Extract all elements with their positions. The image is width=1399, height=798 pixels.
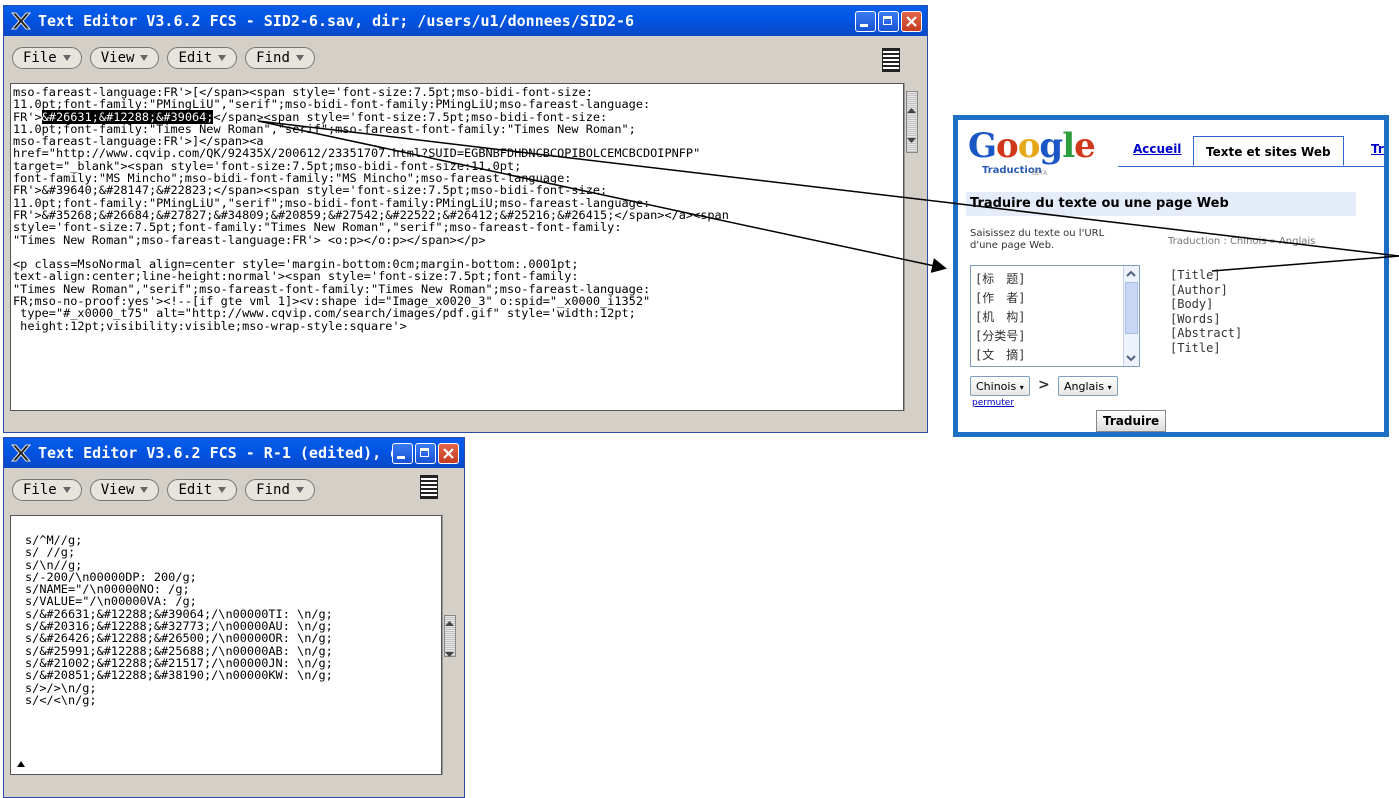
arrow-to-source	[257, 120, 947, 273]
annotation-arrows	[257, 120, 1399, 273]
arrow-from-title	[1211, 255, 1399, 272]
arrow-to-right	[257, 120, 1399, 257]
